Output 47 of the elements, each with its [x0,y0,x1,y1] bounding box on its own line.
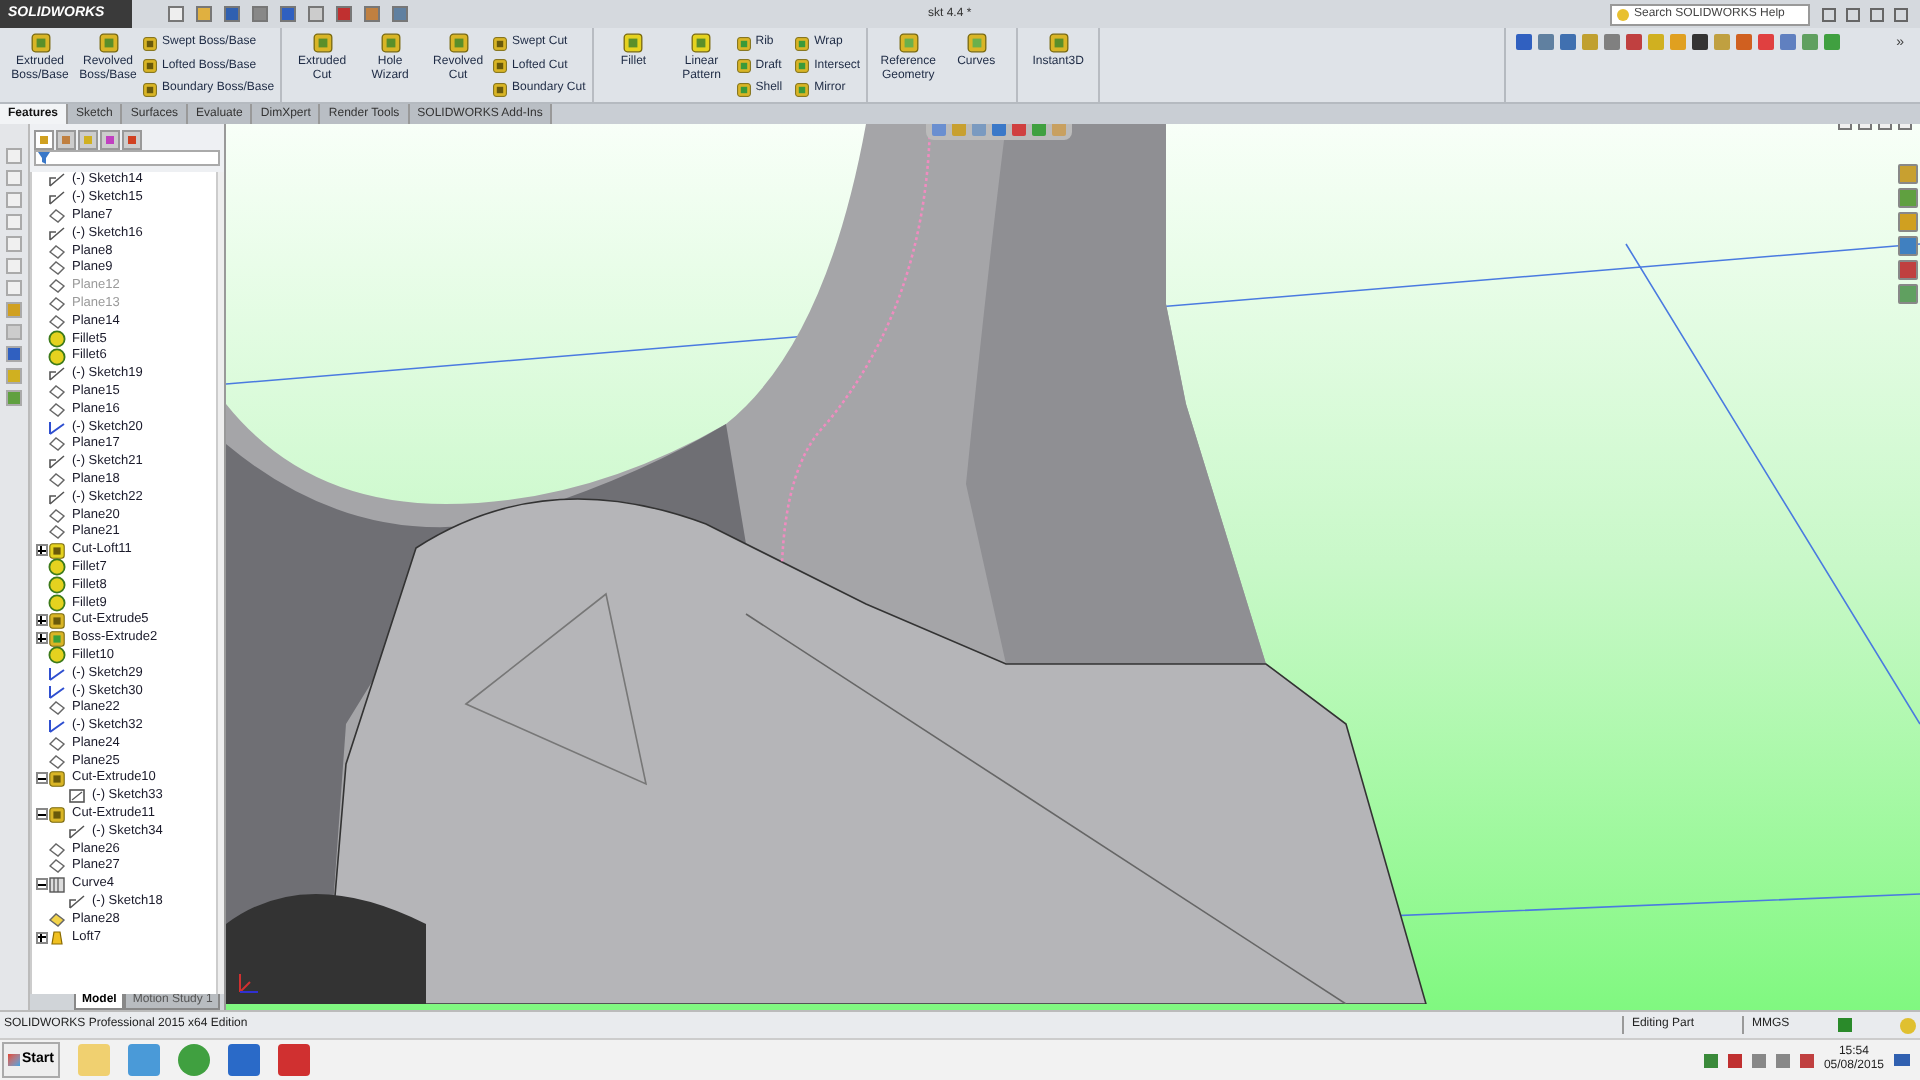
sketch-icon [48,454,66,471]
sketch-icon [68,823,86,840]
feature-icon [1047,32,1070,54]
feature-icon [97,32,119,54]
sketch-icon [68,788,86,805]
taskbar-app-icon[interactable] [227,1044,260,1076]
sketch-icon [48,172,66,189]
plane-icon [48,911,66,928]
help-icon[interactable] [1838,1018,1852,1032]
curve-icon [48,875,66,894]
feature-icon [379,32,402,54]
expand-toggle[interactable] [35,544,47,557]
expand-toggle[interactable] [35,931,47,944]
sketch-icon [48,489,66,506]
sketch-icon [48,718,66,735]
expand-toggle[interactable] [35,772,47,785]
loft-icon [48,928,66,947]
feature-icon [622,32,645,54]
taskbar-app-icon[interactable] [277,1044,310,1076]
fillet-icon [48,646,66,665]
rebuild-icon[interactable] [1900,1017,1916,1033]
sketch-icon [48,665,66,682]
feature-icon [447,32,470,54]
sketch-icon [68,894,86,911]
show-desktop-icon[interactable] [1894,1054,1910,1066]
feature-icon [29,32,51,54]
sketch-icon [48,225,66,242]
sketch-icon [48,366,66,383]
sketch-icon [48,190,66,207]
taskbar-app-icon[interactable] [127,1044,160,1076]
feature-icon [690,32,713,54]
taskbar-app-icon[interactable] [177,1044,210,1076]
help-icon [1616,7,1630,21]
expand-toggle[interactable] [35,808,47,821]
feature-icon [311,32,334,54]
expand-toggle[interactable] [35,614,47,627]
plane-icon [48,207,66,224]
feature-icon [48,541,66,560]
feature-icon [965,32,988,54]
feature-icon [897,32,920,54]
scrollbar[interactable] [216,172,224,994]
expand-toggle[interactable] [35,878,47,891]
expand-toggle[interactable] [35,632,47,645]
axis-triad-icon [234,970,262,998]
sketch-icon [48,419,66,436]
windows-logo-icon [8,1054,20,1066]
filter-field[interactable] [34,150,220,166]
